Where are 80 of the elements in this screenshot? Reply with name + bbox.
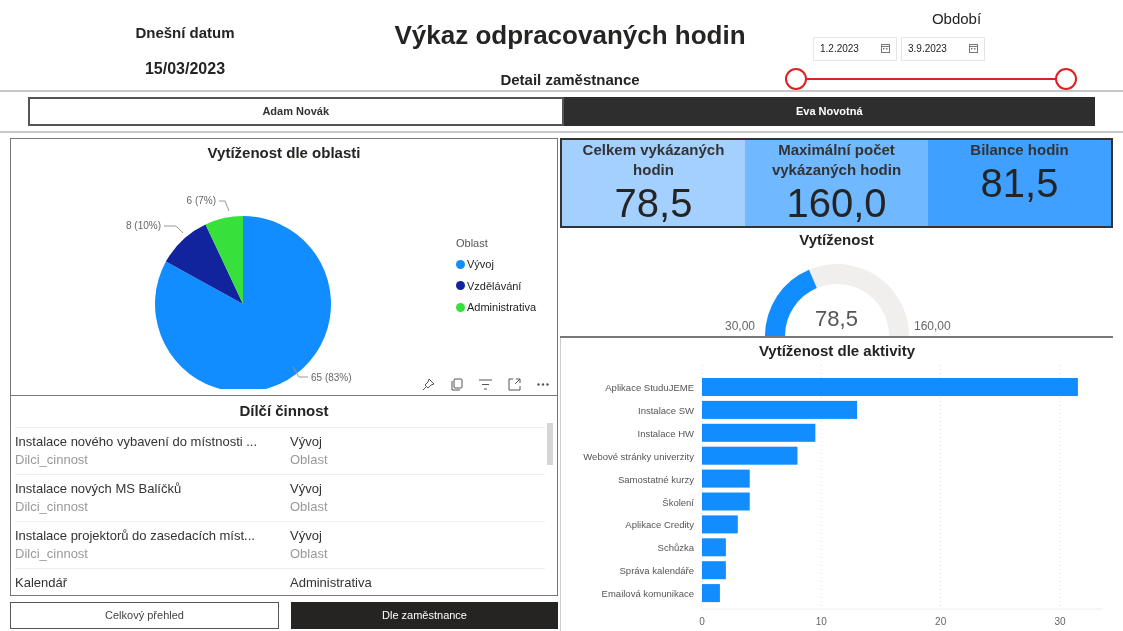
tick-label: 20 [935, 615, 947, 627]
gauge-min: 30,00 [725, 318, 756, 335]
kpi-value: 81,5 [980, 160, 1059, 206]
category-label: Schůzka [657, 541, 694, 553]
field-label: Oblast [290, 497, 329, 516]
bar [702, 560, 726, 579]
area-name: Vývoj [290, 432, 323, 451]
gauge-value: 78,5 [815, 305, 858, 333]
range-slider[interactable] [785, 66, 1077, 90]
page-button[interactable]: Dle zaměstnance [291, 602, 558, 629]
section-subtitle: Detail zaměstnance [500, 70, 640, 90]
bar [702, 514, 738, 533]
legend-label: Administrativa [467, 300, 537, 315]
leader-line [163, 225, 184, 233]
kpi-label: Bilance hodin [969, 140, 1070, 160]
calendar-icon [881, 44, 890, 53]
category-label: Emailová komunikace [601, 587, 694, 599]
scrollbar [547, 423, 553, 465]
date-field[interactable]: 1.2.2023 [813, 36, 897, 61]
date-field[interactable]: 3.9.2023 [901, 36, 985, 61]
slider-handle[interactable] [1055, 67, 1077, 90]
kpi-label: Maximální počet vykázaných hodin [770, 140, 903, 180]
legend-title: Oblast [456, 235, 489, 251]
data-label: 65 (83%) [311, 371, 352, 383]
more-icon[interactable] [537, 383, 549, 386]
area-name: Vývoj [290, 526, 323, 545]
employee-button[interactable]: Eva Novotná [563, 97, 1095, 126]
category-label: Správa kalendáře [619, 564, 694, 576]
report-title: Výkaz odpracovaných hodin [394, 19, 746, 52]
bar [702, 583, 720, 602]
category-label: Aplikace StuduJEME [605, 381, 694, 393]
category-label: Instalace SW [638, 404, 694, 416]
category-label: Instalace HW [637, 427, 694, 439]
gauge-max: 160,00 [914, 318, 951, 335]
chart-title: Vytíženost dle oblasti [206, 143, 362, 163]
chart-title: Vytíženost dle aktivity [758, 341, 916, 361]
tick-label: 30 [1054, 615, 1066, 627]
bar [702, 537, 726, 556]
page-button[interactable]: Celkový přehled [10, 602, 279, 629]
bar [702, 469, 750, 488]
category-label: Webové stránky univerzity [583, 450, 694, 462]
area-name: Vývoj [290, 479, 323, 498]
kpi-value: 160,0 [786, 180, 887, 226]
field-label: Dilci_cinnost [15, 450, 89, 469]
copy-icon[interactable] [451, 378, 463, 391]
data-label: 8 (10%) [126, 219, 161, 231]
category-label: Školení [662, 496, 694, 507]
filter-icon[interactable] [479, 379, 492, 390]
field-label: Oblast [290, 450, 329, 469]
field-label: Dilci_cinnost [15, 497, 89, 516]
activity-name: Instalace nového vybavení do místnosti ... [15, 432, 259, 451]
slider-handle[interactable] [785, 67, 807, 90]
calendar-icon [969, 44, 978, 53]
area-name: Administrativa [290, 573, 373, 592]
date-value: 15/03/2023 [144, 58, 226, 79]
kpi-value: 78,5 [614, 180, 693, 226]
gauge-fill [764, 269, 817, 336]
field-label: Oblast [290, 544, 329, 563]
kpi-label: Celkem vykázaných hodin [581, 140, 726, 180]
period-label: Období [931, 9, 982, 29]
leader-line [218, 200, 230, 211]
category-label: Samostatné kurzy [617, 473, 694, 485]
gauge-title: Vytíženost [799, 230, 874, 250]
data-label: 6 (7%) [186, 194, 216, 206]
expand-icon[interactable] [508, 378, 521, 391]
leader-line [292, 366, 309, 377]
table-title: Dílčí činnost [238, 401, 330, 421]
bar [702, 492, 750, 510]
pin-icon[interactable] [422, 378, 435, 391]
legend-label: Vzdělávání [467, 278, 522, 294]
date-label: Dnešní datum [135, 23, 235, 43]
activity-name: Instalace projektorů do zasedacích míst... [15, 526, 256, 545]
tick-label: 10 [815, 615, 827, 627]
category-label: Aplikace Credity [625, 518, 694, 530]
activity-name: Instalace nových MS Balíčků [15, 479, 183, 498]
legend-label: Vývoj [467, 257, 494, 272]
tick-label: 0 [699, 615, 705, 627]
employee-button[interactable]: Adam Novák [28, 97, 564, 126]
field-label: Dilci_cinnost [15, 544, 89, 563]
activity-name: Kalendář [15, 573, 69, 592]
